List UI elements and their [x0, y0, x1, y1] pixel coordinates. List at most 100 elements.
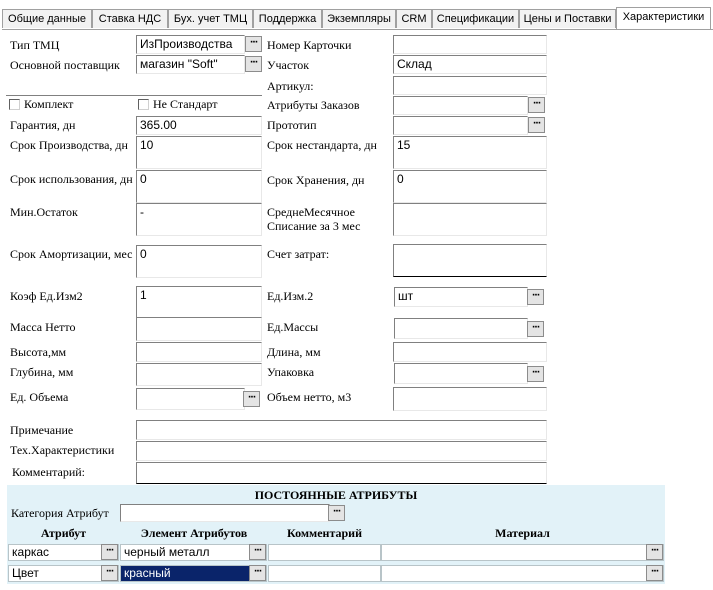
upakovka-label: Упаковка	[267, 365, 315, 379]
glubina-field[interactable]	[136, 363, 262, 386]
srok-amort-field[interactable]: 0	[136, 245, 262, 278]
min-ostatok-label: Мин.Остаток	[10, 205, 78, 219]
tex-har-label: Тех.Характеристики	[10, 443, 115, 457]
row-1-material-ellipsis-icon[interactable]: ···	[646, 544, 663, 560]
koef-label: Коэф Ед.Изм2	[10, 289, 83, 303]
ed-izm2-field[interactable]: шт	[394, 287, 528, 307]
komplekt-label: Комплект	[24, 97, 74, 111]
uchastok-label: Участок	[267, 58, 310, 72]
tab-crm[interactable]: CRM	[396, 9, 432, 28]
schet-field[interactable]	[393, 244, 547, 277]
komplekt-checkbox[interactable]	[9, 99, 20, 110]
srok-isp-field[interactable]: 0	[136, 170, 262, 203]
tip-tmc-label: Тип ТМЦ	[10, 38, 60, 52]
prototip-label: Прототип	[267, 118, 317, 132]
supplier-field[interactable]: магазин "Soft"	[136, 55, 245, 74]
table-row-1-elem[interactable]: черный металл	[120, 544, 267, 561]
row-2-material-ellipsis-icon[interactable]: ···	[646, 565, 663, 581]
glubina-label: Глубина, мм	[10, 365, 74, 379]
table-row-1-material[interactable]	[381, 544, 664, 561]
ne-standart-checkbox[interactable]	[138, 99, 149, 110]
tab-general[interactable]: Общие данные	[2, 9, 92, 28]
min-ostatok-field[interactable]: -	[136, 203, 262, 236]
col-header-elem: Элемент Атрибутов	[140, 526, 248, 540]
upakovka-field[interactable]	[394, 363, 528, 384]
atr-zakazov-label: Атрибуты Заказов	[267, 98, 360, 112]
table-row-2-comment[interactable]	[268, 565, 381, 582]
ed-obema-label: Ед. Объема	[10, 390, 69, 404]
tip-tmc-field[interactable]: ИзПроизводства	[136, 35, 245, 54]
atr-zakazov-ellipsis-icon[interactable]: ···	[528, 97, 545, 113]
srok-nestand-field[interactable]: 15	[393, 136, 547, 169]
row-1-attr-ellipsis-icon[interactable]: ···	[101, 544, 118, 560]
kommentariy-label: Комментарий:	[12, 465, 86, 479]
srok-proizv-field[interactable]: 10	[136, 136, 262, 169]
primechanie-field[interactable]	[136, 420, 547, 440]
checkbox-row-divider	[6, 95, 262, 96]
obem-field[interactable]	[393, 387, 547, 411]
tab-vat[interactable]: Ставка НДС	[92, 9, 168, 28]
tab-characteristics[interactable]: Характеристики	[616, 7, 711, 29]
srok-hran-label: Срок Хранения, дн	[267, 173, 365, 187]
supplier-label: Основной поставщик	[10, 58, 120, 72]
table-row-2-elem[interactable]: красный	[120, 565, 267, 582]
col-header-comment: Комментарий	[286, 526, 362, 540]
category-field[interactable]	[120, 504, 330, 522]
ed-massy-ellipsis-icon[interactable]: ···	[527, 321, 544, 337]
tab-accounting[interactable]: Бух. учет ТМЦ	[168, 9, 253, 28]
ed-obema-ellipsis-icon[interactable]: ···	[243, 391, 260, 407]
atr-zakazov-field[interactable]	[393, 96, 528, 115]
ed-izm2-label: Ед.Изм.2	[267, 289, 314, 303]
col-header-material: Материал	[495, 526, 550, 540]
srok-amort-label: Срок Амортизации, мес	[10, 247, 133, 261]
tip-tmc-ellipsis-icon[interactable]: ···	[245, 36, 262, 52]
srok-proizv-label: Срок Производства, дн	[10, 138, 128, 152]
vysota-field[interactable]	[136, 342, 262, 362]
ed-massy-field[interactable]	[394, 318, 528, 339]
garantiya-field[interactable]: 365.00	[136, 116, 262, 135]
ed-obema-field[interactable]	[136, 388, 245, 410]
sredne-field[interactable]	[393, 203, 547, 236]
upakovka-ellipsis-icon[interactable]: ···	[527, 366, 544, 382]
garantiya-label: Гарантия, дн	[10, 118, 76, 132]
dlina-label: Длина, мм	[267, 345, 321, 359]
prototip-field[interactable]	[393, 116, 528, 135]
table-row-1-comment[interactable]	[268, 544, 381, 561]
row-2-attr-ellipsis-icon[interactable]: ···	[101, 565, 118, 581]
ed-massy-label: Ед.Массы	[267, 320, 319, 334]
prototip-ellipsis-icon[interactable]: ···	[528, 117, 545, 133]
tab-bar: Общие данные Ставка НДС Бух. учет ТМЦ По…	[2, 7, 713, 30]
col-header-attr: Атрибут	[40, 526, 87, 540]
category-label: Категория Атрибут	[11, 506, 109, 520]
tex-har-field[interactable]	[136, 441, 547, 461]
artikul-label: Артикул:	[267, 79, 314, 93]
row-1-elem-ellipsis-icon[interactable]: ···	[249, 544, 266, 560]
category-ellipsis-icon[interactable]: ···	[328, 505, 345, 521]
kommentariy-field[interactable]	[136, 462, 547, 484]
artikul-field[interactable]	[393, 76, 547, 95]
primechanie-label: Примечание	[10, 423, 74, 437]
srok-isp-label: Срок использования, дн	[10, 172, 133, 186]
tab-instances[interactable]: Экземпляры	[322, 9, 396, 28]
srok-nestand-label: Срок нестандарта, дн	[267, 138, 377, 152]
dlina-field[interactable]	[393, 342, 547, 362]
tab-specifications[interactable]: Спецификации	[432, 9, 519, 28]
nomer-field[interactable]	[393, 35, 547, 54]
uchastok-field[interactable]: Склад	[393, 55, 547, 74]
ed-izm2-ellipsis-icon[interactable]: ···	[527, 289, 544, 305]
vysota-label: Высота,мм	[10, 345, 67, 359]
tab-prices[interactable]: Цены и Поставки	[519, 9, 616, 28]
table-row-2-material[interactable]	[381, 565, 664, 582]
koef-field[interactable]: 1	[136, 286, 262, 319]
sredne-label: СреднеМесячное Списание за 3 мес	[267, 205, 361, 233]
massa-label: Масса Нетто	[10, 320, 76, 334]
srok-hran-field[interactable]: 0	[393, 170, 547, 203]
ne-standart-label: Не Стандарт	[153, 97, 218, 111]
obem-label: Объем нетто, м3	[267, 390, 352, 404]
tab-support[interactable]: Поддержка	[253, 9, 322, 28]
row-2-elem-ellipsis-icon[interactable]: ···	[249, 565, 266, 581]
nomer-label: Номер Карточки	[267, 38, 352, 52]
massa-field[interactable]	[136, 317, 262, 341]
permanent-attributes-panel: ПОСТОЯННЫЕ АТРИБУТЫ Категория Атрибут ··…	[7, 485, 665, 584]
supplier-ellipsis-icon[interactable]: ···	[245, 56, 262, 72]
